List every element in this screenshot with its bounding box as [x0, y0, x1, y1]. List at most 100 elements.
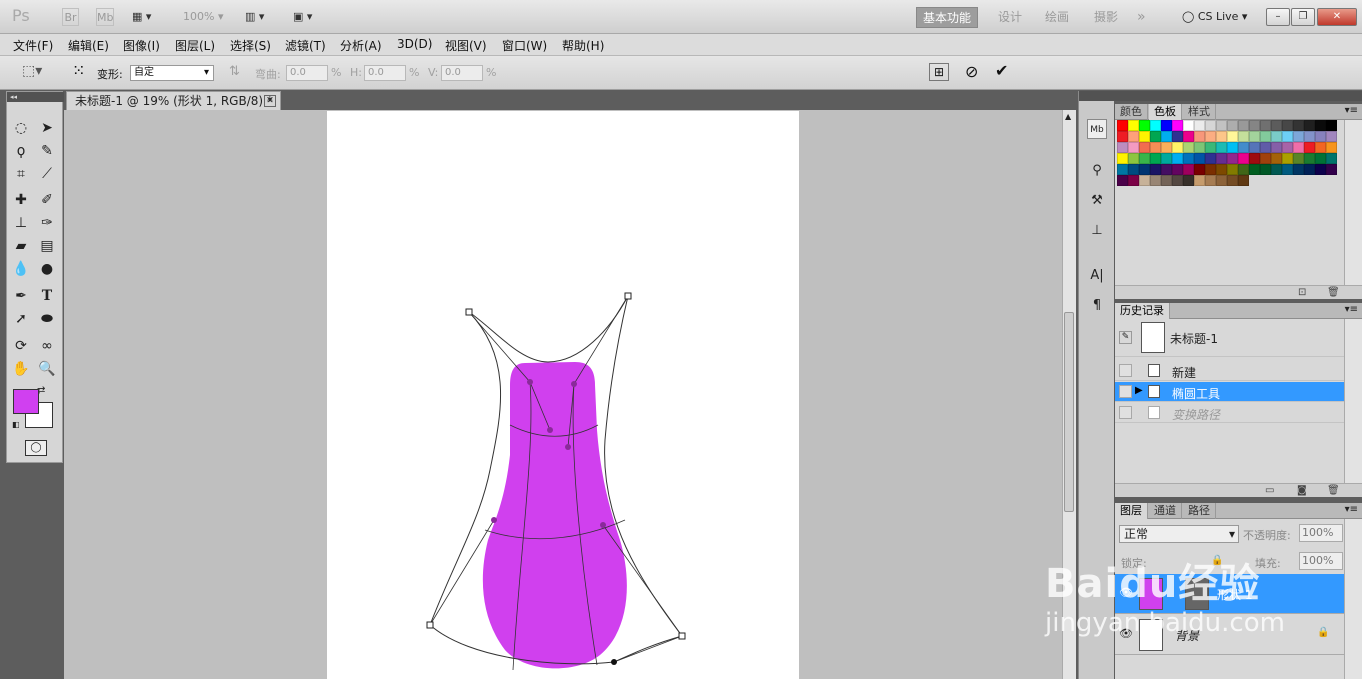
panel-menu-icon[interactable]: ▾≡: [1345, 304, 1358, 315]
tab-layers[interactable]: 图层: [1115, 503, 1148, 519]
color-swatch[interactable]: [1282, 153, 1293, 164]
color-swatch[interactable]: [1282, 131, 1293, 142]
color-swatch[interactable]: [1161, 120, 1172, 131]
history-source-checkbox[interactable]: [1119, 364, 1132, 377]
color-swatch[interactable]: [1227, 120, 1238, 131]
color-swatch[interactable]: [1216, 153, 1227, 164]
history-item[interactable]: 新建: [1115, 361, 1344, 381]
color-swatch[interactable]: [1315, 142, 1326, 153]
layer-name[interactable]: 形状 1: [1217, 586, 1252, 603]
swatches-scrollbar[interactable]: [1344, 120, 1362, 285]
warp-control-point[interactable]: [571, 381, 577, 387]
warp-control-point[interactable]: [491, 517, 497, 523]
color-swatch[interactable]: [1172, 175, 1183, 186]
warp-control-point[interactable]: [527, 379, 533, 385]
color-swatch[interactable]: [1315, 164, 1326, 175]
color-swatch[interactable]: [1304, 164, 1315, 175]
color-swatch[interactable]: [1227, 175, 1238, 186]
color-swatch[interactable]: [1194, 164, 1205, 175]
color-swatch[interactable]: [1238, 131, 1249, 142]
color-swatch[interactable]: [1150, 153, 1161, 164]
color-swatch[interactable]: [1271, 164, 1282, 175]
color-swatch[interactable]: [1161, 175, 1172, 186]
color-swatch[interactable]: [1216, 142, 1227, 153]
color-swatch[interactable]: [1161, 164, 1172, 175]
color-swatch[interactable]: [1161, 142, 1172, 153]
tab-paths[interactable]: 路径: [1183, 503, 1216, 519]
color-swatch[interactable]: [1139, 131, 1150, 142]
color-swatch[interactable]: [1161, 131, 1172, 142]
color-swatch[interactable]: [1205, 153, 1216, 164]
color-swatch[interactable]: [1326, 120, 1337, 131]
color-swatch[interactable]: [1326, 153, 1337, 164]
warp-control-point[interactable]: [547, 427, 553, 433]
delete-state-icon[interactable]: 🗑: [1327, 485, 1340, 496]
color-swatch[interactable]: [1172, 131, 1183, 142]
new-document-from-state-icon[interactable]: ▭: [1265, 485, 1274, 496]
color-swatch[interactable]: [1183, 131, 1194, 142]
panel-menu-icon[interactable]: ▾≡: [1345, 504, 1358, 515]
color-swatch[interactable]: [1128, 131, 1139, 142]
color-swatch[interactable]: [1260, 131, 1271, 142]
color-swatch[interactable]: [1117, 120, 1128, 131]
scroll-up-icon[interactable]: ▲: [1065, 112, 1071, 121]
tab-styles[interactable]: 样式: [1183, 104, 1216, 120]
color-swatch[interactable]: [1128, 175, 1139, 186]
fill-input[interactable]: 100%: [1299, 552, 1343, 570]
color-swatch[interactable]: [1271, 142, 1282, 153]
color-swatch[interactable]: [1139, 175, 1150, 186]
panels-header[interactable]: [1115, 91, 1362, 101]
color-swatch[interactable]: [1194, 142, 1205, 153]
history-source-checkbox[interactable]: [1119, 385, 1132, 398]
color-swatch[interactable]: [1249, 142, 1260, 153]
swatch-grid[interactable]: [1117, 120, 1343, 186]
color-swatch[interactable]: [1205, 131, 1216, 142]
color-swatch[interactable]: [1172, 164, 1183, 175]
color-swatch[interactable]: [1150, 120, 1161, 131]
color-swatch[interactable]: [1271, 131, 1282, 142]
color-swatch[interactable]: [1293, 120, 1304, 131]
color-swatch[interactable]: [1282, 120, 1293, 131]
shape-color-thumbnail[interactable]: [1139, 578, 1163, 610]
color-swatch[interactable]: [1304, 131, 1315, 142]
color-swatch[interactable]: [1304, 142, 1315, 153]
color-swatch[interactable]: [1216, 175, 1227, 186]
paragraph-panel-icon[interactable]: ¶: [1087, 296, 1107, 316]
color-swatch[interactable]: [1227, 153, 1238, 164]
color-swatch[interactable]: [1304, 120, 1315, 131]
color-swatch[interactable]: [1117, 131, 1128, 142]
color-swatch[interactable]: [1238, 142, 1249, 153]
new-swatch-icon[interactable]: ⊡: [1298, 287, 1306, 298]
color-swatch[interactable]: [1249, 131, 1260, 142]
color-swatch[interactable]: [1150, 131, 1161, 142]
color-swatch[interactable]: [1194, 175, 1205, 186]
dock-header[interactable]: [1079, 91, 1115, 101]
layers-scrollbar[interactable]: [1344, 519, 1362, 679]
history-snapshot[interactable]: ✎ 未标题-1: [1115, 319, 1344, 357]
color-swatch[interactable]: [1205, 175, 1216, 186]
color-swatch[interactable]: [1172, 153, 1183, 164]
color-swatch[interactable]: [1238, 153, 1249, 164]
color-swatch[interactable]: [1293, 142, 1304, 153]
warp-control-point[interactable]: [611, 659, 617, 665]
vector-mask-thumbnail[interactable]: [1185, 578, 1209, 610]
color-swatch[interactable]: [1227, 164, 1238, 175]
color-swatch[interactable]: [1293, 131, 1304, 142]
color-swatch[interactable]: [1260, 120, 1271, 131]
color-swatch[interactable]: [1260, 153, 1271, 164]
color-swatch[interactable]: [1183, 120, 1194, 131]
color-swatch[interactable]: [1205, 164, 1216, 175]
color-swatch[interactable]: [1293, 153, 1304, 164]
layer-row-background[interactable]: 👁 背景 🔒: [1115, 615, 1344, 655]
history-state-slider-icon[interactable]: ▶: [1135, 385, 1143, 396]
color-swatch[interactable]: [1128, 142, 1139, 153]
color-swatch[interactable]: [1139, 153, 1150, 164]
color-swatch[interactable]: [1150, 142, 1161, 153]
color-swatch[interactable]: [1161, 153, 1172, 164]
blend-mode-select[interactable]: 正常 ▾: [1119, 525, 1239, 543]
color-swatch[interactable]: [1227, 131, 1238, 142]
color-swatch[interactable]: [1183, 142, 1194, 153]
color-swatch[interactable]: [1117, 153, 1128, 164]
color-swatch[interactable]: [1271, 153, 1282, 164]
tab-swatches[interactable]: 色板: [1149, 104, 1182, 120]
